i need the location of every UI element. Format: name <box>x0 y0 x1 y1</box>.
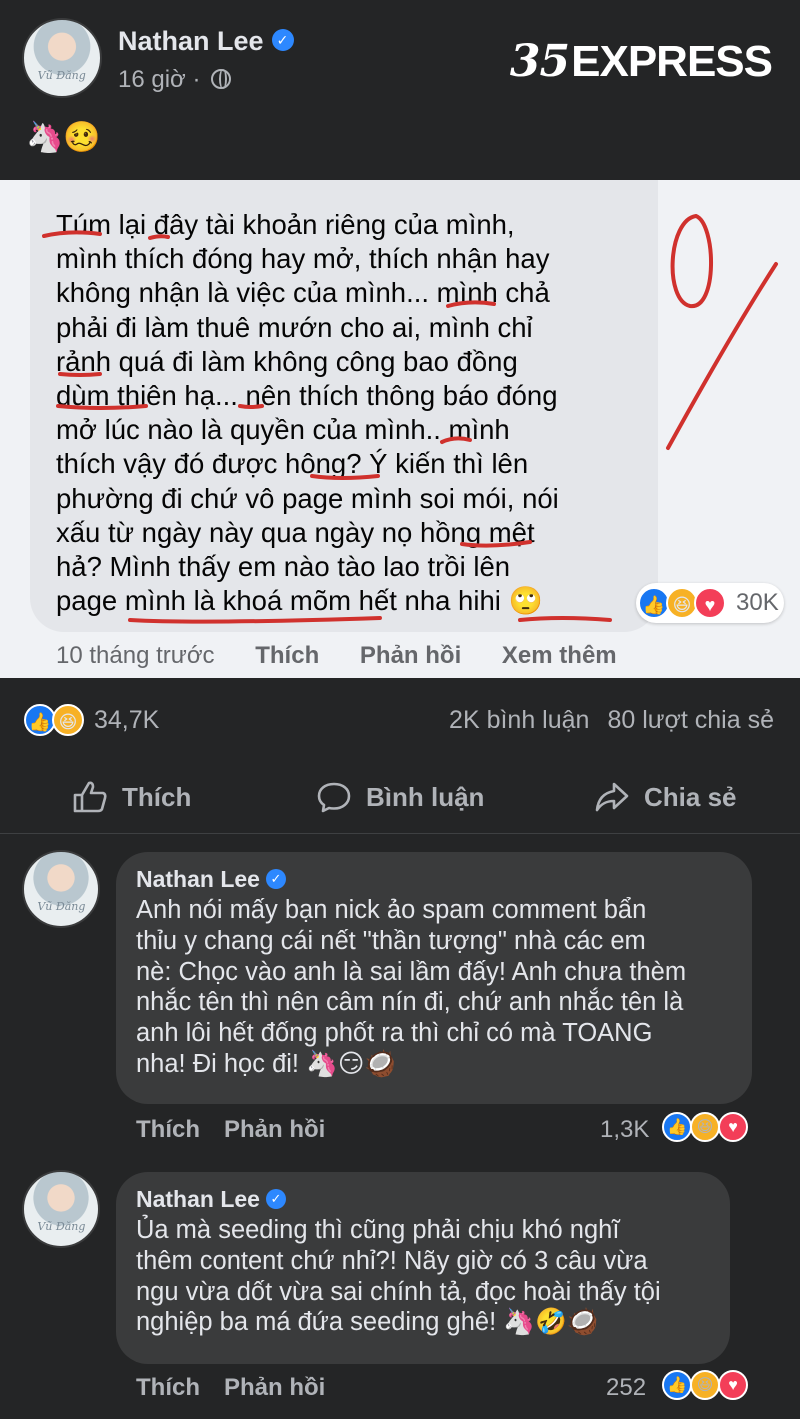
verified-icon: ✓ <box>265 868 286 889</box>
love-reaction-icon: ♥ <box>694 587 726 619</box>
watermark-mark: 35 <box>509 36 570 87</box>
quote-line: mở lúc nào là quyền của mình.. mình <box>56 414 510 446</box>
post-caption: 🦄🥴 <box>26 121 101 154</box>
watermark-logo: 35EXPRESS <box>509 36 773 87</box>
quote-line: thích vậy đó được hông? Ý kiến thì lên <box>56 448 529 480</box>
engagement-counts: 2K bình luận 80 lượt chia sẻ <box>449 706 774 735</box>
post-meta: 16 giờ · <box>118 66 232 94</box>
quote-line: rảnh quá đi làm không công bao đồng <box>56 345 518 377</box>
post-time[interactable]: 16 giờ · <box>118 66 200 93</box>
comment-line: nhắc tên thì nên câm nín đi, chứ anh nhắ… <box>136 988 684 1017</box>
comment-line: Anh nói mấy bạn nick ảo spam comment bẩn <box>136 896 647 924</box>
comment-reactions[interactable]: 252 👍 😆 ♥ <box>606 1370 766 1402</box>
globe-icon <box>211 68 232 89</box>
comment-like-link[interactable]: Thích <box>136 1116 200 1143</box>
like-icon <box>73 781 107 813</box>
comment-line: anh lôi hết đống phốt ra thì chỉ có mà T… <box>136 1019 653 1048</box>
comment-button-label: Bình luận <box>366 781 485 812</box>
author-name-label: Nathan Lee <box>118 26 264 56</box>
comment-line: Ủa mà seeding thì cũng phải chịu khó ngh… <box>136 1216 620 1244</box>
haha-reaction-icon: 😆 <box>690 1112 720 1142</box>
comment-author-label: Nathan Lee <box>136 1186 260 1212</box>
comment-reply-link[interactable]: Phản hồi <box>224 1374 325 1401</box>
comment-actions: Thích Phản hồi <box>136 1116 325 1144</box>
quoted-reply-link: Phản hồi <box>359 642 462 669</box>
comment-line: thêm content chứ nhỉ?! Nãy giờ có 3 câu … <box>136 1246 648 1275</box>
quote-line: không nhận là việc của mình... mình chả <box>56 277 550 309</box>
comment-line: nghiệp ba má đứa seeding ghê! 🦄🤣🥥 <box>136 1308 599 1337</box>
comment-author-label: Nathan Lee <box>136 866 260 892</box>
comment-line: nha! Đi học đi! 🦄😏🥥 <box>136 1049 397 1078</box>
post-header: Vũ Đăng Nathan Lee ✓ 16 giờ · 35EXPRESS 🦄… <box>0 0 800 170</box>
like-reaction-icon: 👍 <box>662 1112 692 1142</box>
share-count[interactable]: 80 lượt chia sẻ <box>607 706 774 734</box>
comment-line: thỉu y chang cái nết "thần tượng" nhà cá… <box>136 926 646 955</box>
quoted-more-link: Xem thêm <box>501 642 617 669</box>
quote-line: hả? Mình thấy em nào tào lao trồi lên <box>56 551 511 583</box>
quote-line: xấu từ ngày này qua ngày nọ hồng mệt <box>56 516 535 548</box>
quote-line: phường đi chứ vô page mình soi mói, nói <box>56 482 559 514</box>
comment-line: ngu vừa dốt vừa sai chính tả, đọc hoài t… <box>136 1277 661 1306</box>
quoted-like-link: Thích <box>255 642 320 669</box>
author-avatar[interactable]: Vũ Đăng <box>22 18 102 98</box>
love-reaction-icon: ♥ <box>718 1370 748 1400</box>
quoted-reactions[interactable]: 👍 😆 ♥ 30K <box>636 583 784 623</box>
comment-text: Anh nói mấy bạn nick ảo spam comment bẩn… <box>136 895 732 1080</box>
haha-reaction-icon: 😆 <box>690 1370 720 1400</box>
quote-line: page mình là khoá mõm hết nha hihi 🙄 <box>56 585 543 617</box>
love-reaction-icon: ♥ <box>718 1112 748 1142</box>
post-image[interactable]: Túm lại đây tài khoản riêng của mình, mì… <box>0 180 800 678</box>
avatar-signature: Vũ Đăng <box>37 899 86 913</box>
like-reaction-icon: 👍 <box>662 1370 692 1400</box>
quoted-comment-text: Túm lại đây tài khoản riêng của mình, mì… <box>56 208 656 618</box>
quoted-time: 10 tháng trước <box>56 642 215 669</box>
reaction-count[interactable]: 34,7K <box>94 706 159 735</box>
comment-actions: Thích Phản hồi <box>136 1374 325 1402</box>
comment-button[interactable]: Bình luận <box>316 780 484 814</box>
comment-reaction-count: 1,3K <box>600 1116 650 1143</box>
comment-like-link[interactable]: Thích <box>136 1374 200 1401</box>
verified-icon: ✓ <box>265 1188 286 1209</box>
quote-line: Túm lại đây tài khoản riêng của mình, <box>56 209 515 240</box>
haha-reaction-icon: 😆 <box>52 704 84 736</box>
comment-count[interactable]: 2K bình luận <box>449 706 589 734</box>
comment-avatar[interactable]: Vũ Đăng <box>22 850 100 928</box>
like-button[interactable]: Thích <box>72 780 191 814</box>
share-icon <box>595 782 629 812</box>
comment-line: nè: Chọc vào anh là sai lầm đấy! Anh chư… <box>136 957 687 986</box>
comment-bubble: Nathan Lee ✓ Ủa mà seeding thì cũng phải … <box>116 1172 730 1364</box>
comment-author[interactable]: Nathan Lee ✓ <box>136 866 732 893</box>
share-button[interactable]: Chia sẻ <box>594 780 737 814</box>
avatar-signature: Vũ Đăng <box>37 1219 86 1233</box>
share-button-label: Chia sẻ <box>644 781 737 812</box>
verified-icon: ✓ <box>271 28 294 51</box>
comment-reactions[interactable]: 1,3K 👍 😆 ♥ <box>600 1112 760 1144</box>
watermark-text: EXPRESS <box>571 37 773 86</box>
quote-line: mình thích đóng hay mở, thích nhận hay <box>56 243 550 275</box>
quoted-comment-actions: 10 tháng trước Thích Phản hồi Xem thêm <box>56 642 651 670</box>
like-button-label: Thích <box>122 781 192 812</box>
quote-line: dùm thiên hạ... nên thích thông báo đóng <box>56 380 558 412</box>
comment-avatar[interactable]: Vũ Đăng <box>22 1170 100 1248</box>
comment-text: Ủa mà seeding thì cũng phải chịu khó ngh… <box>136 1215 710 1338</box>
comment-reaction-count: 252 <box>606 1374 647 1401</box>
comment-icon <box>317 782 351 813</box>
quote-line: phải đi làm thuê mướn cho ai, mình chỉ <box>56 311 533 343</box>
comment-bubble: Nathan Lee ✓ Anh nói mấy bạn nick ảo spam… <box>116 852 752 1104</box>
quoted-reaction-count: 30K <box>736 589 779 616</box>
comment-reply-link[interactable]: Phản hồi <box>224 1116 325 1143</box>
post-action-bar: Thích Bình luận Chia sẻ <box>0 760 800 834</box>
comment-author[interactable]: Nathan Lee ✓ <box>136 1186 710 1213</box>
avatar-signature: Vũ Đăng <box>37 69 86 83</box>
author-name[interactable]: Nathan Lee ✓ <box>118 26 294 57</box>
post-stats: 👍 😆 34,7K 2K bình luận 80 lượt chia sẻ <box>0 690 800 750</box>
